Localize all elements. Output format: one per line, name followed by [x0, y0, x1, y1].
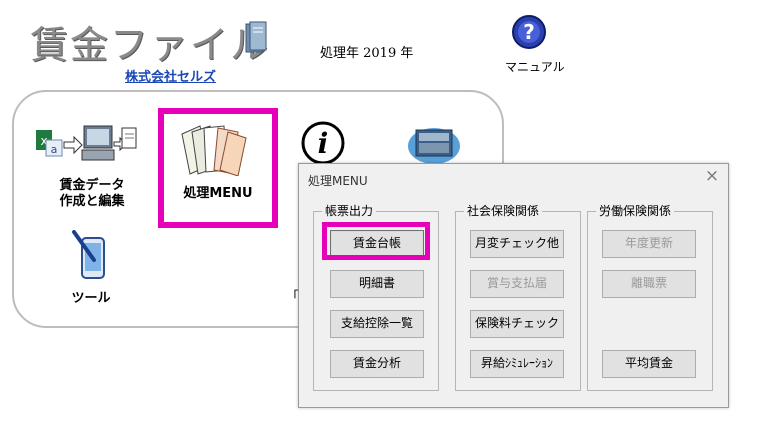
tile-tool-label[interactable]: ツール [56, 291, 126, 307]
svg-text:i: i [318, 127, 329, 160]
separation-slip-button[interactable]: 離職票 [602, 270, 696, 298]
group-social-insurance: 社会保険関係 月変チェック他 賞与支払届 保険料チェック 昇給ｼﾐｭﾚｰｼｮﾝ [455, 202, 581, 391]
payment-deduction-list-button[interactable]: 支給控除一覧 [330, 310, 424, 338]
excel-to-computer-icon[interactable]: x a [34, 122, 138, 168]
premium-check-button[interactable]: 保険料チェック [470, 310, 564, 338]
payslip-button[interactable]: 明細書 [330, 270, 424, 298]
raise-simulation-button[interactable]: 昇給ｼﾐｭﾚｰｼｮﾝ [470, 350, 564, 378]
phone-pen-icon[interactable] [70, 230, 114, 286]
annual-update-button[interactable]: 年度更新 [602, 230, 696, 258]
process-menu-dialog: 処理MENU × 帳票出力 賃金台帳 明細書 支給控除一覧 賃金分析 社会保険関… [298, 163, 729, 408]
wage-analysis-button[interactable]: 賃金分析 [330, 350, 424, 378]
company-link[interactable]: 株式会社セルズ [125, 66, 216, 85]
svg-text:?: ? [523, 20, 535, 44]
dialog-title: 処理MENU [308, 174, 368, 188]
app-title: 賃金ファイル [30, 23, 271, 67]
bonus-payment-report-button[interactable]: 賞与支払届 [470, 270, 564, 298]
help-question-icon[interactable]: ? [511, 14, 547, 54]
wage-ledger-highlight [322, 222, 430, 260]
tile-data-edit-line2: 作成と編集 [59, 194, 125, 209]
document-file-icon [244, 20, 268, 58]
manual-label[interactable]: マニュアル [505, 58, 565, 75]
tile-process-menu-label[interactable]: 処理MENU [166, 186, 270, 202]
monthly-change-check-button[interactable]: 月変チェック他 [470, 230, 564, 258]
close-icon[interactable]: × [702, 166, 722, 186]
tile-data-edit-label[interactable]: 賃金データ 作成と編集 [42, 178, 142, 210]
group-labor-insurance: 労働保険関係 年度更新 離職票 平均賃金 [587, 202, 713, 391]
book-stack-icon[interactable] [176, 120, 256, 180]
group-social-insurance-legend: 社会保険関係 [464, 202, 543, 219]
group-report-output-legend: 帳票出力 [322, 202, 377, 219]
average-wage-button[interactable]: 平均賃金 [602, 350, 696, 378]
group-labor-insurance-legend: 労働保険関係 [596, 202, 675, 219]
svg-text:a: a [51, 143, 58, 156]
tile-data-edit-line1: 賃金データ [59, 178, 125, 193]
processing-year: 処理年 2019 年 [320, 46, 414, 61]
